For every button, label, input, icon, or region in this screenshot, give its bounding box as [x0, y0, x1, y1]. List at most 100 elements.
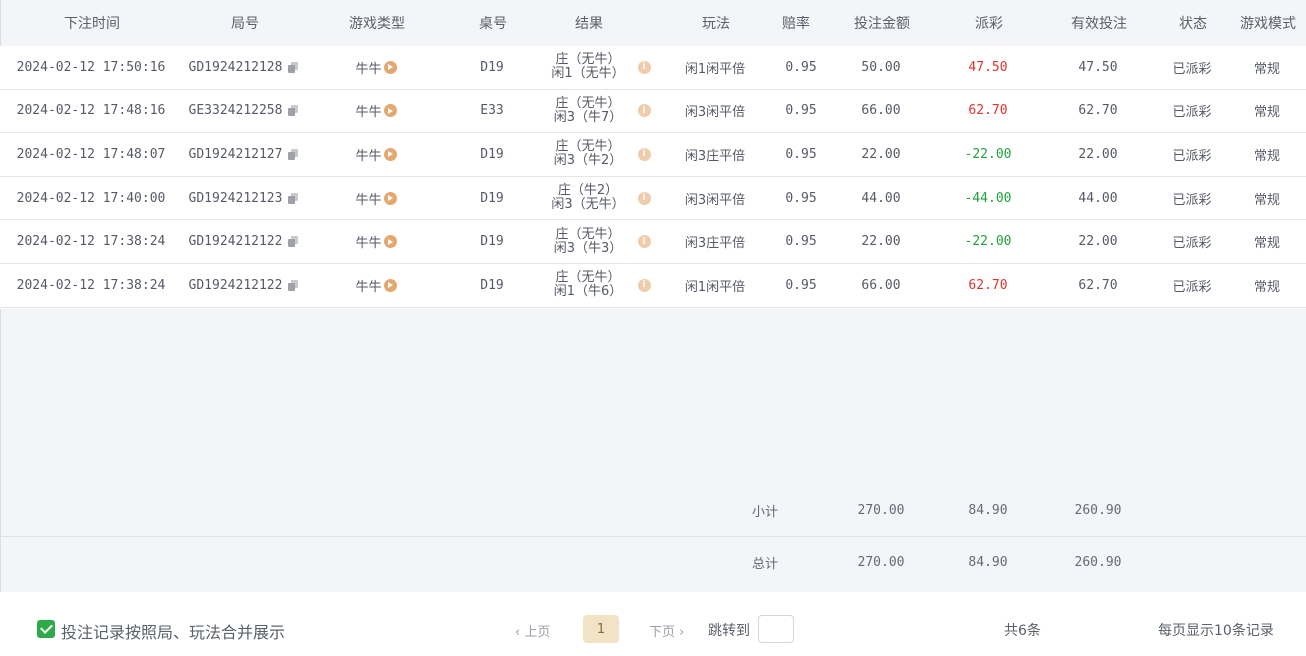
jump-page-input[interactable] — [758, 615, 794, 643]
bet-amount: 66.00 — [861, 103, 901, 119]
copy-icon[interactable] — [288, 236, 299, 248]
payout: 62.70 — [968, 277, 1008, 293]
total-bet-amount: 270.00 — [857, 555, 905, 570]
result-player: 闲1（牛6） — [553, 284, 623, 300]
status-text: 已派彩 — [1172, 192, 1212, 208]
result-banker: 庄（无牛） — [555, 270, 621, 286]
prev-page-button[interactable]: ‹ 上页 — [515, 621, 550, 640]
per-page-info: 每页显示10条记录 — [1158, 623, 1274, 639]
status-text: 已派彩 — [1172, 61, 1212, 77]
result-banker: 庄（无牛） — [555, 226, 621, 242]
table-row: 2024-02-12 17:38:24 GD1924212122 牛牛 D19 … — [0, 263, 1306, 308]
payout: 62.70 — [968, 103, 1008, 119]
table-header: 下注时间 局号 游戏类型 桌号 结果 玩法 赔率 投注金额 派彩 有效投注 状态… — [0, 0, 1306, 46]
subtotal-label: 小计 — [751, 504, 778, 520]
result-cell: 庄（牛2） 闲3（无牛） — [538, 177, 638, 220]
result-banker: 庄（无牛） — [555, 95, 621, 111]
game-type-cell: 牛牛 — [306, 220, 446, 263]
table-row: 2024-02-12 17:40:00 GD1924212123 牛牛 D19 … — [0, 176, 1306, 221]
status-text: 已派彩 — [1172, 105, 1212, 121]
valid-bet: 47.50 — [1078, 59, 1118, 75]
play-circle-icon[interactable] — [383, 104, 397, 118]
info-icon[interactable]: i — [636, 46, 652, 89]
result-player: 闲3（牛3） — [553, 240, 623, 256]
game-type-cell: 牛牛 — [306, 90, 446, 133]
header-round-id: 局号 — [231, 16, 259, 32]
bet-time: 2024-02-12 17:38:24 — [16, 234, 166, 250]
copy-icon[interactable] — [288, 148, 299, 160]
table-footer: 投注记录按照局、玩法合并展示 ‹ 上页 1 下页 › 跳转到 共6条 每页显示1… — [0, 592, 1306, 656]
play-circle-icon[interactable] — [383, 278, 397, 292]
round-id-cell: GD1924212122 — [182, 264, 306, 307]
result-player: 闲3（无牛） — [551, 197, 625, 213]
play-circle-icon[interactable] — [383, 60, 397, 74]
copy-icon[interactable] — [288, 105, 299, 117]
info-icon[interactable]: i — [636, 90, 652, 133]
game-type-cell: 牛牛 — [306, 177, 446, 220]
round-id-cell: GD1924212127 — [182, 133, 306, 176]
play-type: 闲1闲平倍 — [684, 279, 746, 295]
info-icon[interactable]: i — [636, 133, 652, 176]
header-table: 桌号 — [479, 16, 507, 32]
round-id-cell: GD1924212128 — [182, 46, 306, 89]
copy-icon[interactable] — [288, 192, 299, 204]
next-page-button[interactable]: 下页 › — [649, 621, 684, 640]
round-id-cell: GE3324212258 — [182, 90, 306, 133]
table-number: D19 — [480, 277, 504, 293]
result-player: 闲3（牛2） — [553, 153, 623, 169]
valid-bet: 62.70 — [1078, 277, 1118, 293]
round-id: GD1924212122 — [188, 277, 283, 293]
total-valid-bet: 260.90 — [1074, 555, 1122, 570]
bet-time: 2024-02-12 17:38:24 — [16, 277, 166, 293]
subtotal-row: 小计 270.00 84.90 260.90 — [0, 484, 1306, 536]
result-cell: 庄（无牛） 闲1（无牛） — [538, 46, 638, 89]
round-id-cell: GD1924212123 — [182, 177, 306, 220]
result-cell: 庄（无牛） 闲3（牛7） — [538, 90, 638, 133]
bet-amount: 22.00 — [861, 146, 901, 162]
info-icon[interactable]: i — [636, 220, 652, 263]
game-mode: 常规 — [1253, 61, 1280, 77]
round-id-cell: GD1924212122 — [182, 220, 306, 263]
game-type-cell: 牛牛 — [306, 264, 446, 307]
total-label: 总计 — [751, 557, 778, 572]
table-number: D19 — [480, 190, 504, 206]
bet-time: 2024-02-12 17:48:16 — [16, 103, 166, 119]
game-mode: 常规 — [1253, 148, 1280, 164]
table-row: 2024-02-12 17:50:16 GD1924212128 牛牛 D19 … — [0, 46, 1306, 90]
info-icon[interactable]: i — [636, 177, 652, 220]
header-bet-amount: 投注金额 — [854, 16, 910, 32]
info-icon[interactable]: i — [636, 264, 652, 307]
play-circle-icon[interactable] — [383, 147, 397, 161]
total-row: 总计 270.00 84.90 260.90 — [0, 536, 1306, 588]
header-result: 结果 — [575, 16, 603, 32]
status-text: 已派彩 — [1172, 148, 1212, 164]
table-number: D19 — [480, 234, 504, 250]
result-cell: 庄（无牛） 闲3（牛2） — [538, 133, 638, 176]
bet-amount: 44.00 — [861, 190, 901, 206]
valid-bet: 44.00 — [1078, 190, 1118, 206]
result-cell: 庄（无牛） 闲3（牛3） — [538, 220, 638, 263]
copy-icon[interactable] — [288, 279, 299, 291]
play-circle-icon[interactable] — [383, 191, 397, 205]
play-type: 闲1闲平倍 — [684, 61, 746, 77]
payout: -22.00 — [964, 234, 1012, 250]
result-banker: 庄（牛2） — [557, 183, 619, 199]
page-1-button[interactable]: 1 — [583, 615, 619, 643]
merge-checkbox[interactable] — [37, 620, 55, 638]
round-id: GE3324212258 — [188, 103, 283, 119]
merge-label[interactable]: 投注记录按照局、玩法合并展示 — [61, 619, 285, 643]
play-type: 闲3闲平倍 — [684, 192, 746, 208]
header-game-mode: 游戏模式 — [1240, 16, 1296, 32]
game-mode: 常规 — [1253, 279, 1280, 295]
valid-bet: 22.00 — [1078, 146, 1118, 162]
header-valid-bet: 有效投注 — [1071, 16, 1127, 32]
total-count: 共6条 — [1004, 623, 1041, 639]
subtotal-valid-bet: 260.90 — [1074, 502, 1122, 518]
bet-time: 2024-02-12 17:48:07 — [16, 146, 166, 162]
table-number: D19 — [480, 59, 504, 75]
round-id: GD1924212122 — [188, 234, 283, 250]
payout: -44.00 — [964, 190, 1012, 206]
copy-icon[interactable] — [288, 61, 299, 73]
play-type: 闲3庄平倍 — [684, 236, 746, 252]
play-circle-icon[interactable] — [383, 235, 397, 249]
